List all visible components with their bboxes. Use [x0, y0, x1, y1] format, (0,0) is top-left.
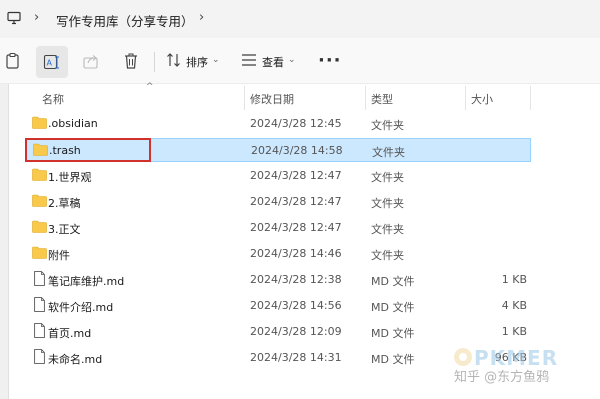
- file-row[interactable]: 2.草稿 2024/3/28 12:47 文件夹: [26, 190, 531, 214]
- column-header-row: ^ 名称 修改日期 类型 大小: [10, 82, 600, 110]
- chevron-down-icon: ⌄: [212, 55, 220, 65]
- column-header-type[interactable]: 类型: [371, 91, 393, 107]
- more-options-icon[interactable]: ···: [318, 50, 342, 71]
- breadcrumb-chevron-icon[interactable]: ›: [199, 10, 204, 25]
- file-row[interactable]: 笔记库维护.md 2024/3/28 12:38 MD 文件 1 KB: [26, 268, 531, 292]
- file-modified: 2024/3/28 14:31: [250, 351, 342, 364]
- sort-ascending-icon: ^: [146, 82, 154, 92]
- view-button[interactable]: 查看 ⌄: [236, 46, 302, 76]
- this-pc-icon[interactable]: [7, 11, 21, 25]
- file-modified: 2024/3/28 12:38: [250, 273, 342, 286]
- share-icon[interactable]: [82, 52, 100, 70]
- file-type: MD 文件: [371, 327, 415, 340]
- file-modified: 2024/3/28 12:09: [250, 325, 342, 338]
- file-type: 文件夹: [372, 146, 405, 159]
- rename-button[interactable]: A: [36, 46, 68, 78]
- folder-icon: [32, 194, 47, 207]
- file-size: 4 KB: [501, 299, 527, 312]
- file-row[interactable]: 3.正文 2024/3/28 12:47 文件夹: [26, 216, 531, 240]
- file-modified: 2024/3/28 12:47: [250, 221, 342, 234]
- file-row[interactable]: .obsidian 2024/3/28 12:45 文件夹: [26, 112, 531, 136]
- file-type: MD 文件: [371, 353, 415, 366]
- file-row[interactable]: 1.世界观 2024/3/28 12:47 文件夹: [26, 164, 531, 188]
- file-type: 文件夹: [371, 249, 404, 262]
- file-name: 附件: [48, 249, 70, 262]
- document-icon: [34, 271, 45, 286]
- file-type: 文件夹: [371, 119, 404, 132]
- address-bar: › 写作专用库（分享专用） ›: [0, 0, 600, 38]
- file-type: 文件夹: [371, 171, 404, 184]
- document-icon: [34, 297, 45, 312]
- file-name: 笔记库维护.md: [48, 275, 125, 288]
- svg-text:A: A: [47, 59, 53, 68]
- breadcrumb-chevron-icon[interactable]: ›: [34, 10, 39, 25]
- view-label: 查看: [262, 56, 284, 69]
- column-header-name[interactable]: 名称: [42, 91, 64, 107]
- column-resize-handle[interactable]: [244, 86, 245, 110]
- file-type: MD 文件: [371, 301, 415, 314]
- file-name: 1.世界观: [48, 171, 92, 184]
- file-modified: 2024/3/28 12:45: [250, 117, 342, 130]
- file-modified: 2024/3/28 12:47: [250, 195, 342, 208]
- file-modified: 2024/3/28 12:47: [250, 169, 342, 182]
- watermark-logo-icon: [454, 348, 472, 366]
- file-modified: 2024/3/28 14:58: [251, 144, 343, 157]
- chevron-down-icon: ⌄: [288, 55, 296, 65]
- column-resize-handle[interactable]: [465, 86, 466, 110]
- sort-label: 排序: [186, 56, 208, 69]
- file-row[interactable]: 软件介绍.md 2024/3/28 14:56 MD 文件 4 KB: [26, 294, 531, 318]
- column-header-modified[interactable]: 修改日期: [250, 91, 294, 107]
- folder-icon: [32, 168, 47, 181]
- command-bar: A 排序 ⌄ 查看 ⌄ ···: [0, 38, 600, 84]
- breadcrumb-current-folder[interactable]: 写作专用库（分享专用）: [56, 11, 194, 30]
- view-icon: [242, 54, 256, 66]
- file-type: 文件夹: [371, 223, 404, 236]
- file-size: 1 KB: [501, 325, 527, 338]
- navigation-pane-edge[interactable]: [0, 84, 9, 399]
- delete-icon[interactable]: [122, 52, 140, 70]
- file-name: 软件介绍.md: [48, 301, 114, 314]
- folder-icon: [32, 220, 47, 233]
- rename-icon: A: [43, 54, 59, 70]
- folder-icon: [32, 246, 47, 259]
- file-name: 3.正文: [48, 223, 81, 236]
- file-size: 1 KB: [501, 273, 527, 286]
- sort-icon: [167, 53, 180, 67]
- file-name: .obsidian: [48, 117, 98, 130]
- file-name: 2.草稿: [48, 197, 81, 210]
- annotation-highlight-box: [25, 138, 151, 162]
- document-icon: [34, 349, 45, 364]
- folder-icon: [32, 116, 47, 129]
- file-row[interactable]: 首页.md 2024/3/28 12:09 MD 文件 1 KB: [26, 320, 531, 344]
- toolbar-divider: [154, 52, 155, 72]
- file-modified: 2024/3/28 14:56: [250, 299, 342, 312]
- file-name: 未命名.md: [48, 353, 103, 366]
- column-resize-handle[interactable]: [530, 86, 531, 110]
- column-header-size[interactable]: 大小: [471, 91, 493, 107]
- file-row[interactable]: 附件 2024/3/28 14:46 文件夹: [26, 242, 531, 266]
- file-modified: 2024/3/28 14:46: [250, 247, 342, 260]
- column-resize-handle[interactable]: [365, 86, 366, 110]
- file-type: 文件夹: [371, 197, 404, 210]
- file-type: MD 文件: [371, 275, 415, 288]
- document-icon: [34, 323, 45, 338]
- watermark-credit: 知乎 @东方鱼鸦: [454, 370, 550, 385]
- watermark: PKMER 知乎 @东方鱼鸦: [452, 344, 600, 399]
- sort-button[interactable]: 排序 ⌄: [162, 46, 226, 76]
- paste-icon[interactable]: [4, 52, 22, 70]
- file-name: 首页.md: [48, 327, 92, 340]
